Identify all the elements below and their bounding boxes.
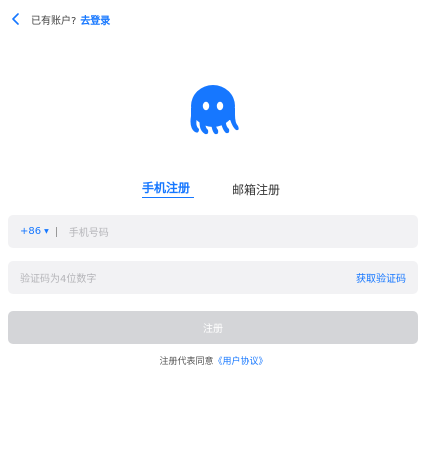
top-bar: 已有账户? 去登录 (8, 8, 110, 30)
agreement-line: 注册代表同意《用户协议》 (0, 354, 427, 367)
tab-phone-register[interactable]: 手机注册 (142, 179, 190, 196)
verification-code-field[interactable]: 验证码为4位数字 获取验证码 (8, 261, 418, 294)
login-link[interactable]: 去登录 (80, 12, 110, 27)
register-button[interactable]: 注册 (8, 311, 418, 344)
octopus-logo (185, 82, 241, 138)
agreement-text: 注册代表同意 (159, 357, 214, 367)
country-code-label: +86 (20, 226, 42, 237)
active-tab-underline (142, 197, 194, 198)
get-code-button[interactable]: 获取验证码 (356, 270, 406, 285)
phone-field[interactable]: +86 ▼ 手机号码 (8, 215, 418, 248)
register-tabs: 手机注册 邮箱注册 (0, 176, 427, 202)
caret-down-icon: ▼ (44, 228, 49, 235)
phone-input-placeholder[interactable]: 手机号码 (69, 224, 109, 239)
register-button-label: 注册 (203, 324, 223, 335)
has-account-text: 已有账户? (31, 15, 77, 27)
tab-email-register[interactable]: 邮箱注册 (232, 181, 280, 198)
divider (55, 226, 57, 237)
user-agreement-link[interactable]: 《用户协议》 (214, 357, 268, 367)
code-input-placeholder[interactable]: 验证码为4位数字 (20, 270, 356, 285)
country-code-selector[interactable]: +86 ▼ (20, 226, 49, 237)
chevron-left-icon[interactable] (8, 11, 24, 27)
